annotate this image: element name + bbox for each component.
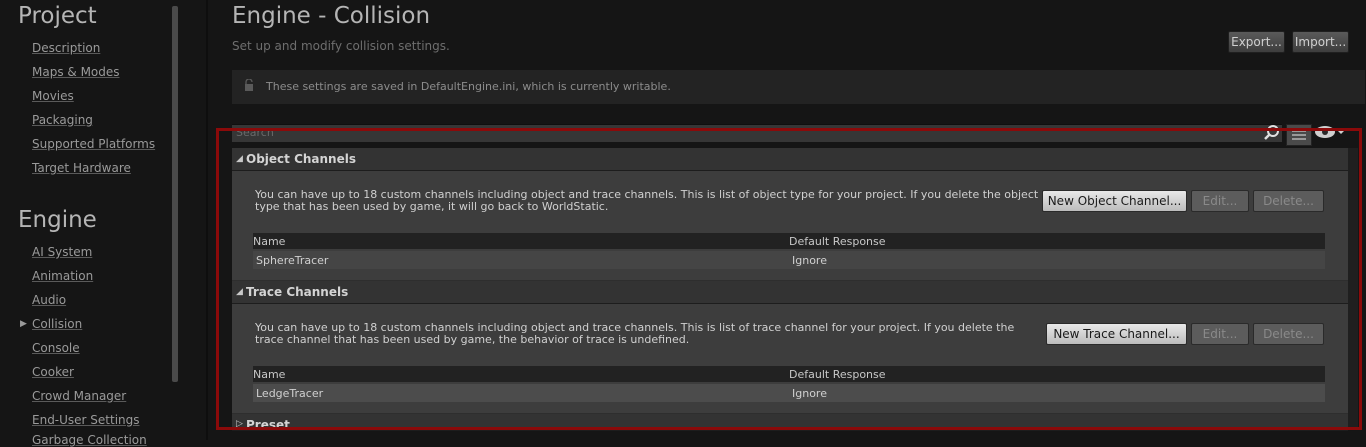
selected-arrow-icon: ▶ [20, 319, 27, 329]
sidebar-item-ai-system[interactable]: AI System [32, 245, 92, 259]
sidebar-item-end-user-settings[interactable]: End-User Settings [32, 413, 140, 427]
highlight-rectangle [216, 128, 1362, 430]
sidebar-item-cooker[interactable]: Cooker [32, 365, 74, 379]
sidebar-item-description[interactable]: Description [32, 41, 100, 55]
sidebar-item-console[interactable]: Console [32, 341, 80, 355]
sidebar-item-audio[interactable]: Audio [32, 293, 66, 307]
sidebar-item-packaging[interactable]: Packaging [32, 113, 93, 127]
sidebar-item-supported-platforms[interactable]: Supported Platforms [32, 137, 155, 151]
sidebar-item-collision[interactable]: Collision [32, 317, 82, 331]
sidebar-scrollbar[interactable] [172, 6, 178, 382]
page-title: Engine - Collision [232, 3, 431, 29]
notice-text: These settings are saved in DefaultEngin… [266, 80, 671, 93]
export-button[interactable]: Export... [1228, 31, 1285, 53]
sidebar-item-movies[interactable]: Movies [32, 89, 74, 103]
sidebar-item-maps-modes[interactable]: Maps & Modes [32, 65, 120, 79]
sidebar-heading-project: Project [18, 3, 97, 29]
sidebar-item-animation[interactable]: Animation [32, 269, 93, 283]
import-button[interactable]: Import... [1292, 31, 1349, 53]
sidebar-divider [206, 0, 208, 440]
page-subtitle: Set up and modify collision settings. [232, 39, 450, 53]
sidebar-item-target-hardware[interactable]: Target Hardware [32, 161, 131, 175]
sidebar-heading-engine: Engine [18, 207, 97, 233]
sidebar-item-garbage-collection[interactable]: Garbage Collection [32, 433, 147, 447]
sidebar-item-crowd-manager[interactable]: Crowd Manager [32, 389, 126, 403]
unlock-icon [245, 79, 253, 91]
